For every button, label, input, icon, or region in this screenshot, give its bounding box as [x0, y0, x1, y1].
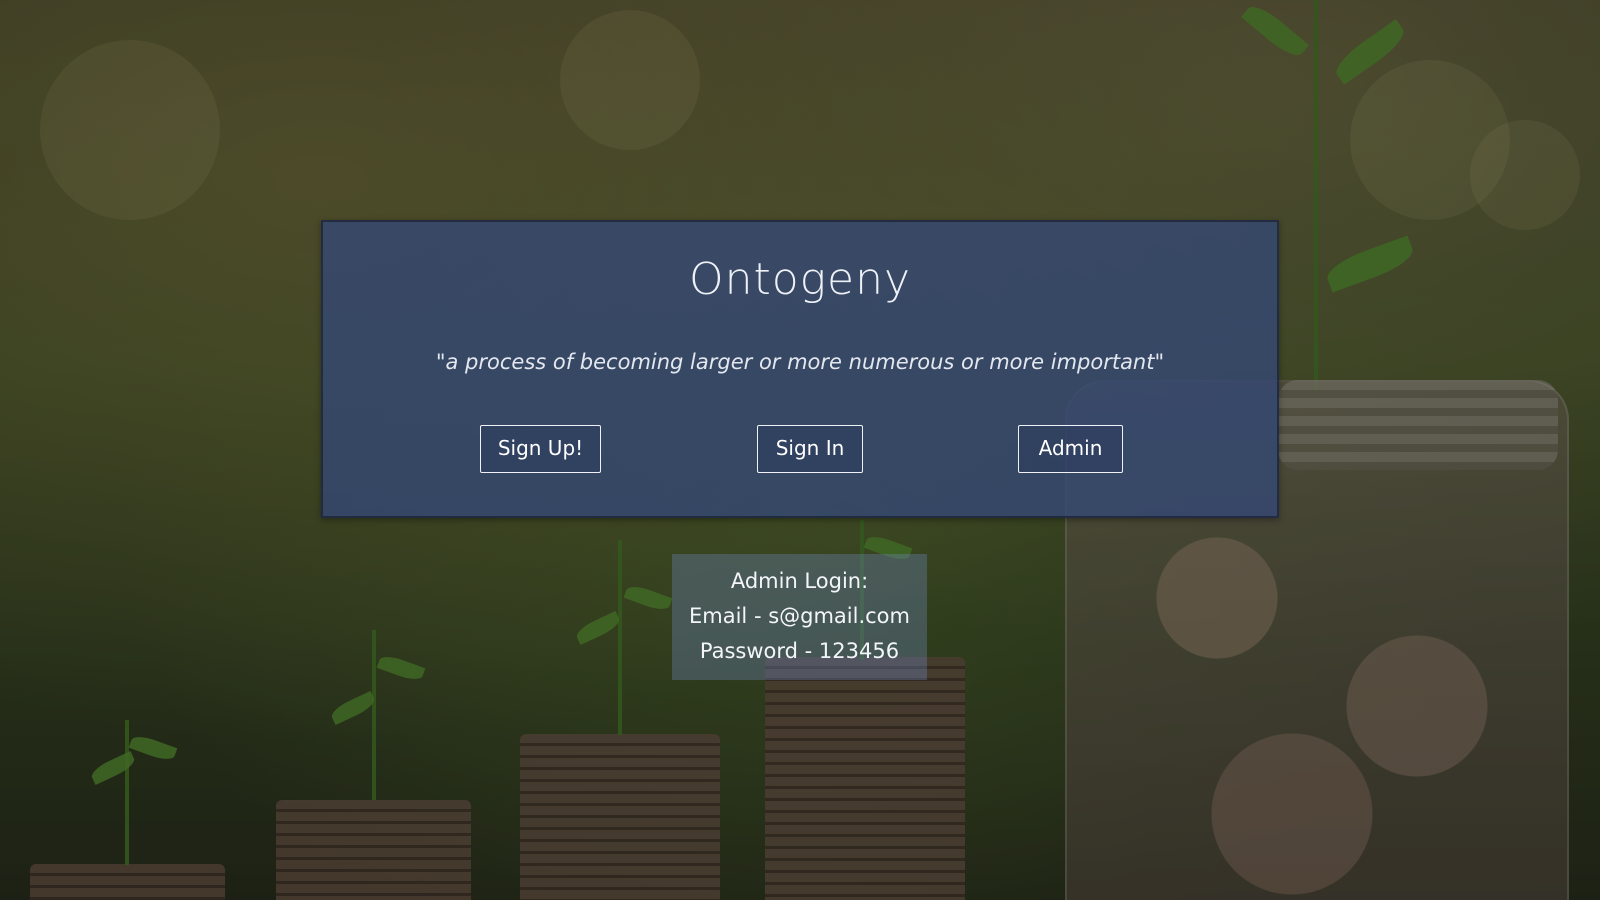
- admin-email-text: Email - s@gmail.com: [689, 604, 910, 628]
- page-title: Ontogeny: [688, 254, 912, 305]
- sign-up-button[interactable]: Sign Up!: [480, 425, 601, 473]
- admin-password-text: Password - 123456: [699, 639, 900, 663]
- hero-panel: Ontogeny "a process of becoming larger o…: [321, 220, 1279, 518]
- admin-login-heading: Admin Login:: [730, 569, 869, 593]
- admin-credentials-box: Admin Login: Email - s@gmail.com Passwor…: [672, 554, 927, 680]
- tagline-quote: "a process of becoming larger or more nu…: [435, 350, 1165, 374]
- admin-button[interactable]: Admin: [1018, 425, 1123, 473]
- sign-in-button[interactable]: Sign In: [757, 425, 863, 473]
